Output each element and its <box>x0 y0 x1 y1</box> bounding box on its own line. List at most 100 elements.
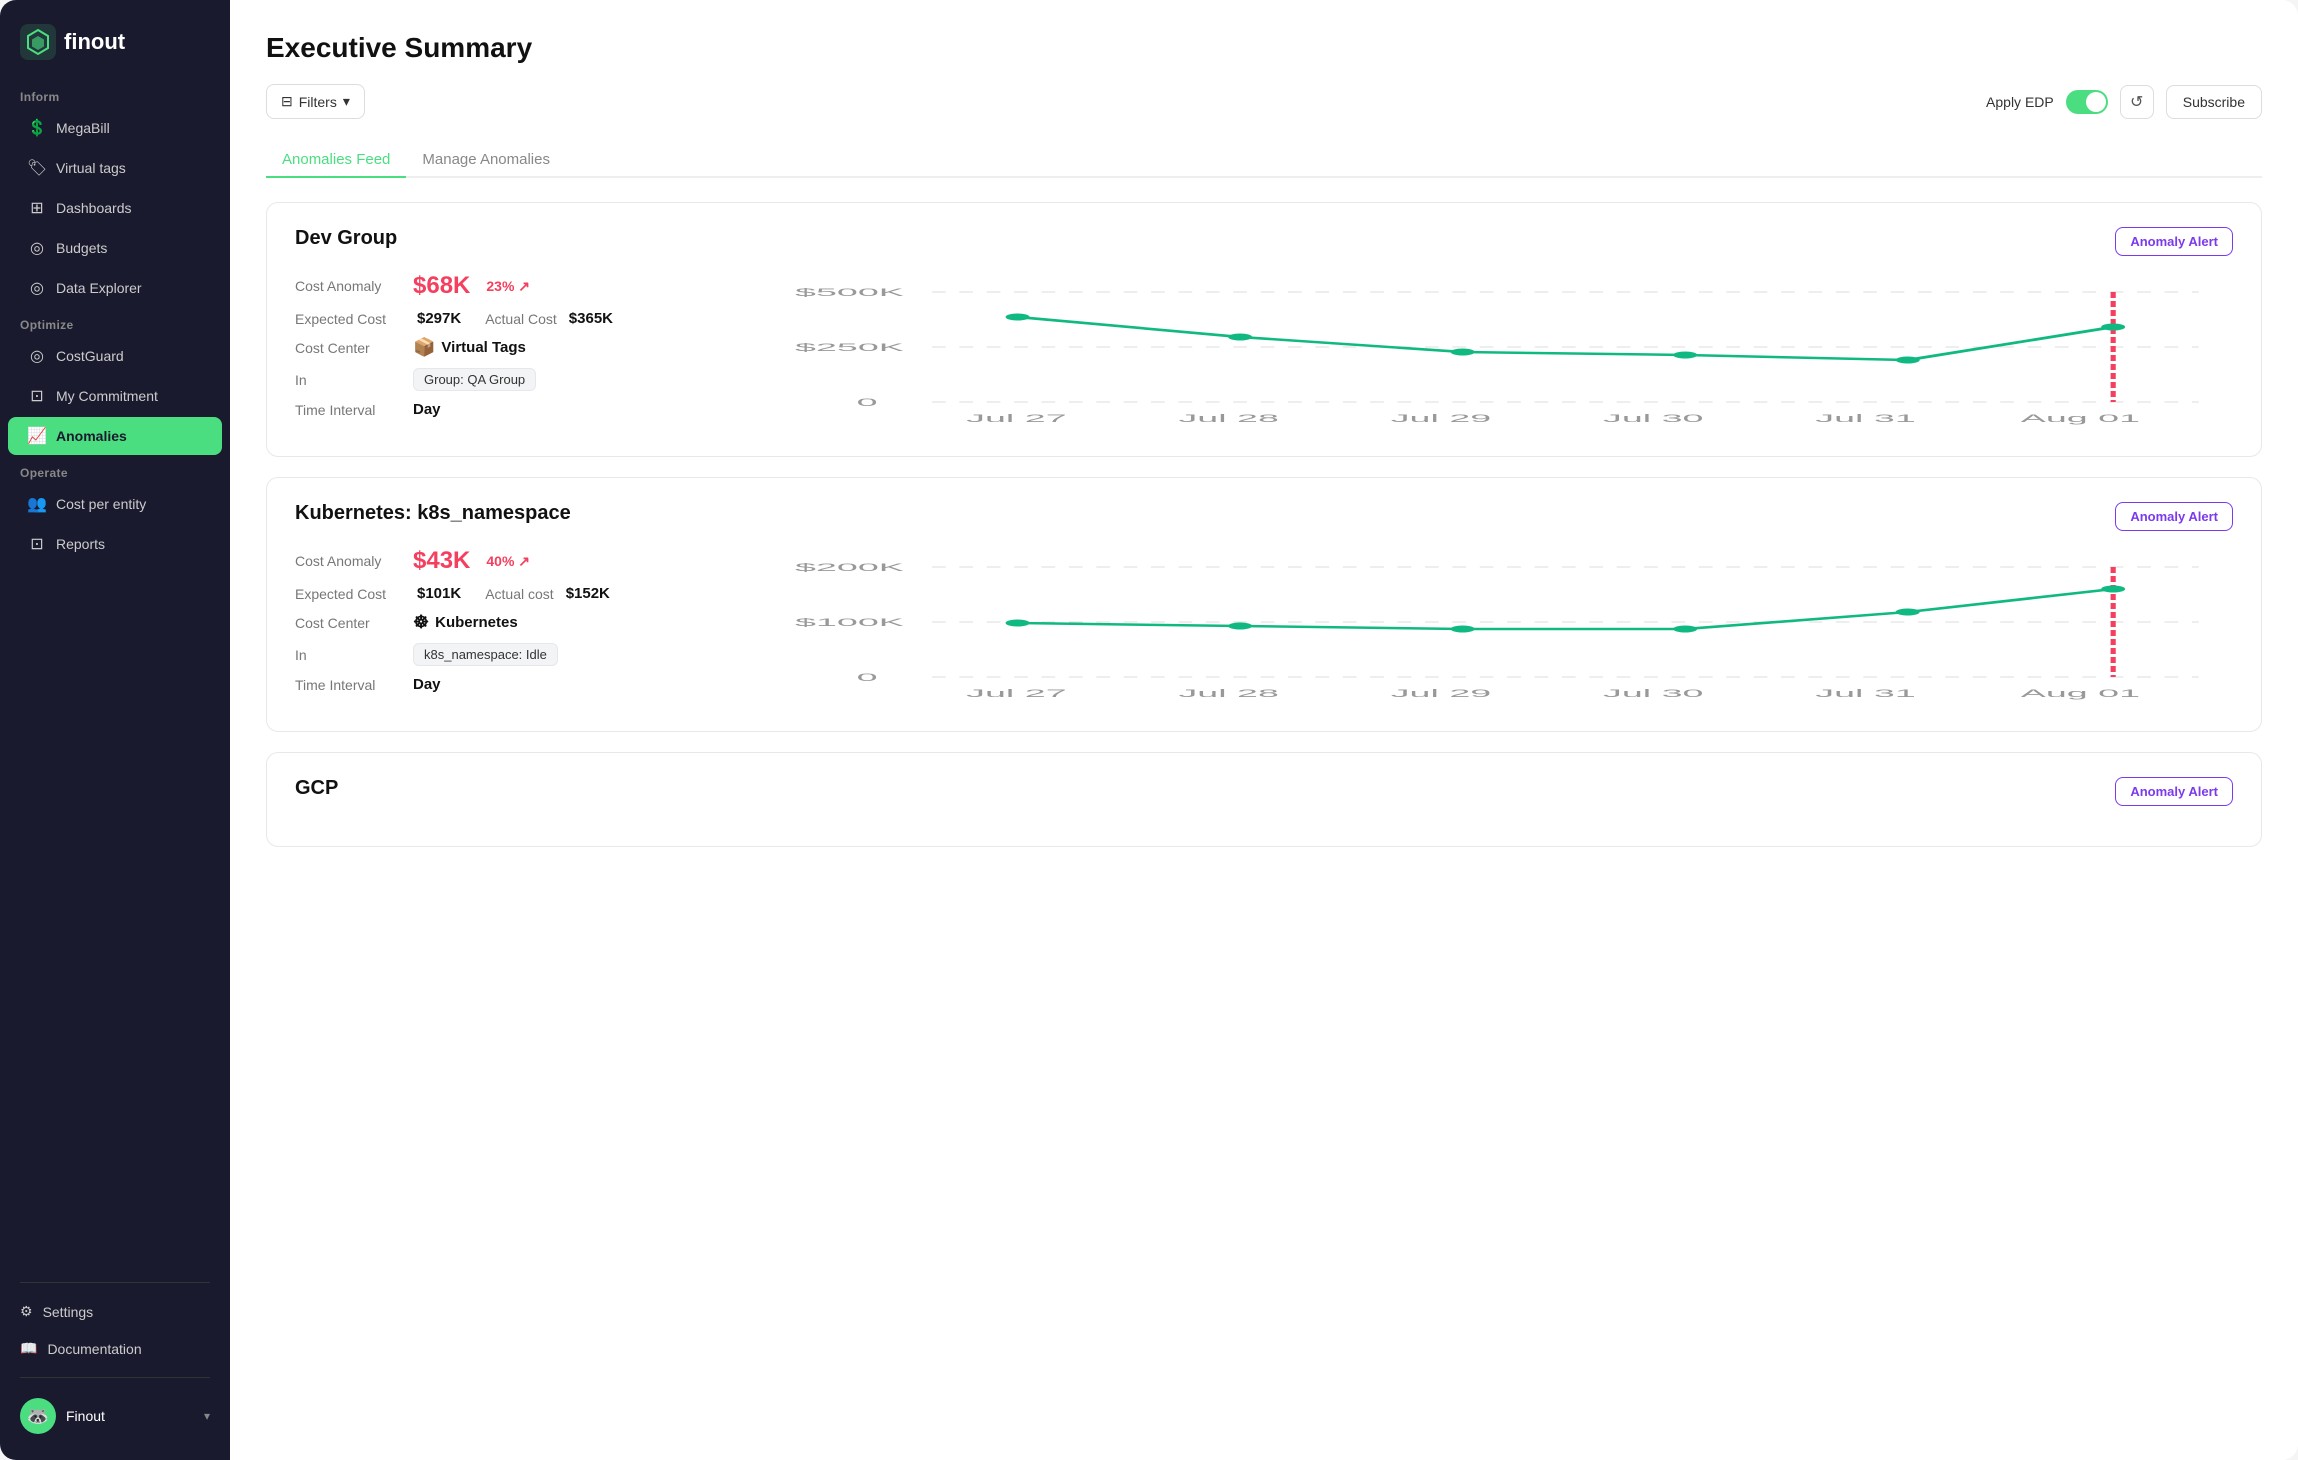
guard-icon: ◎ <box>28 347 46 365</box>
y-label-250k: $250K <box>795 341 905 353</box>
anomaly-alert-button-k8s[interactable]: Anomaly Alert <box>2115 502 2233 531</box>
sidebar-item-label: CostGuard <box>56 348 124 364</box>
card-details: Cost Anomaly $68K 23% ↗ Expected Cost $2… <box>295 272 795 432</box>
entity-icon: 👥 <box>28 495 46 513</box>
toolbar-right: Apply EDP ↺ Subscribe <box>1986 85 2262 119</box>
sidebar-item-label: MegaBill <box>56 120 110 136</box>
logo-icon <box>20 24 56 60</box>
user-name: Finout <box>66 1408 105 1424</box>
sidebar-item-label: Data Explorer <box>56 280 142 296</box>
sidebar-item-label: Anomalies <box>56 428 127 444</box>
sidebar-item-budgets[interactable]: ◎ Budgets <box>8 229 222 267</box>
sidebar-item-settings[interactable]: ⚙ Settings <box>0 1293 230 1330</box>
cost-center-label-k8s: Cost Center <box>295 615 405 631</box>
kubernetes-icon: ☸ <box>413 612 429 633</box>
anomaly-alert-button-gcp[interactable]: Anomaly Alert <box>2115 777 2233 806</box>
in-value: Group: QA Group <box>413 368 536 391</box>
sidebar-item-my-commitment[interactable]: ⊡ My Commitment <box>8 377 222 415</box>
y-label-500k: $500K <box>795 286 905 298</box>
x-label: Jul 27 <box>966 412 1066 424</box>
filters-label: Filters <box>299 94 337 110</box>
card-title: Dev Group <box>295 227 397 250</box>
sidebar-item-dashboards[interactable]: ⊞ Dashboards <box>8 189 222 227</box>
chart-dot-k8s <box>1673 626 1697 633</box>
in-row: In Group: QA Group <box>295 368 795 391</box>
actual-cost-value-k8s: $152K <box>566 585 610 602</box>
sidebar-divider-2 <box>20 1377 210 1378</box>
filters-button[interactable]: ⊟ Filters ▾ <box>266 84 365 119</box>
anomalies-icon: 📈 <box>28 427 46 445</box>
sidebar-item-reports[interactable]: ⊡ Reports <box>8 525 222 563</box>
time-interval-row: Time Interval Day <box>295 401 795 418</box>
chart-dot <box>1006 314 1030 321</box>
expected-cost-label-k8s: Expected Cost <box>295 586 405 602</box>
cost-center-name: Virtual Tags <box>441 339 525 356</box>
x-label-k8s: Jul 30 <box>1603 687 1703 699</box>
x-label: Jul 29 <box>1391 412 1491 424</box>
budget-icon: ◎ <box>28 239 46 257</box>
time-interval-value-k8s: Day <box>413 676 441 693</box>
time-interval-row-k8s: Time Interval Day <box>295 676 795 693</box>
cost-anomaly-label: Cost Anomaly <box>295 278 405 294</box>
virtual-tags-icon: 📦 <box>413 337 435 358</box>
sidebar-item-megabill[interactable]: 💲 MegaBill <box>8 109 222 147</box>
section-inform-label: Inform <box>0 80 230 108</box>
sidebar-item-label: Cost per entity <box>56 496 146 512</box>
actual-cost-value: $365K <box>569 310 613 327</box>
expected-actual-row: Expected Cost $297K Actual Cost $365K <box>295 310 795 327</box>
sidebar-item-cost-per-entity[interactable]: 👥 Cost per entity <box>8 485 222 523</box>
tab-anomalies-feed[interactable]: Anomalies Feed <box>266 143 406 178</box>
sidebar-item-label: My Commitment <box>56 388 158 404</box>
sidebar-item-virtual-tags[interactable]: 🏷 Virtual tags <box>8 149 222 187</box>
card-dev-group: Dev Group Anomaly Alert Cost Anomaly $68… <box>266 202 2262 457</box>
reset-icon: ↺ <box>2130 92 2143 112</box>
toolbar: ⊟ Filters ▾ Apply EDP ↺ Subscribe <box>266 84 2262 119</box>
x-label-k8s: Jul 29 <box>1391 687 1491 699</box>
card-header: Dev Group Anomaly Alert <box>295 227 2233 256</box>
sidebar-item-documentation[interactable]: 📖 Documentation <box>0 1330 230 1367</box>
expected-actual-row-k8s: Expected Cost $101K Actual cost $152K <box>295 585 795 602</box>
card-header-gcp: GCP Anomaly Alert <box>295 777 2233 806</box>
anomaly-alert-button-dev[interactable]: Anomaly Alert <box>2115 227 2233 256</box>
sidebar-item-costguard[interactable]: ◎ CostGuard <box>8 337 222 375</box>
x-label-k8s: Jul 31 <box>1815 687 1915 699</box>
expected-cost-label: Expected Cost <box>295 311 405 327</box>
sidebar-item-data-explorer[interactable]: ◎ Data Explorer <box>8 269 222 307</box>
in-label: In <box>295 372 405 388</box>
time-interval-label: Time Interval <box>295 402 405 418</box>
in-label-k8s: In <box>295 647 405 663</box>
subscribe-button[interactable]: Subscribe <box>2166 85 2262 119</box>
reset-button[interactable]: ↺ <box>2120 85 2154 119</box>
cost-anomaly-value: $68K <box>413 272 470 300</box>
sidebar-divider <box>20 1282 210 1283</box>
y-label-100k-k8s: $100K <box>795 616 905 628</box>
chart-dot <box>1451 349 1475 356</box>
sidebar-item-label: Budgets <box>56 240 107 256</box>
apply-edp-toggle[interactable] <box>2066 90 2108 114</box>
expected-cost-value-k8s: $101K <box>417 585 461 602</box>
section-operate-label: Operate <box>0 456 230 484</box>
logo: finout <box>0 0 230 80</box>
x-label: Aug 01 <box>2021 412 2140 424</box>
chart-dot <box>1228 334 1252 341</box>
tab-manage-anomalies[interactable]: Manage Anomalies <box>406 143 566 178</box>
x-label-k8s: Jul 27 <box>966 687 1066 699</box>
settings-icon: ⚙ <box>20 1303 33 1320</box>
sidebar-item-anomalies[interactable]: 📈 Anomalies <box>8 417 222 455</box>
chart-dot-k8s <box>2101 586 2125 593</box>
card-gcp: GCP Anomaly Alert <box>266 752 2262 847</box>
tabs: Anomalies Feed Manage Anomalies <box>266 143 2262 178</box>
cost-anomaly-value-k8s: $43K <box>413 547 470 575</box>
chart-dot <box>1896 357 1920 364</box>
in-row-k8s: In k8s_namespace: Idle <box>295 643 795 666</box>
expected-cost-value: $297K <box>417 310 461 327</box>
x-label-k8s: Aug 01 <box>2021 687 2140 699</box>
card-kubernetes: Kubernetes: k8s_namespace Anomaly Alert … <box>266 477 2262 732</box>
cost-center-value-k8s: ☸ Kubernetes <box>413 612 518 633</box>
chart-wrap-k8s: $200K $100K 0 Jul 27 Jul 28 <box>795 547 2233 707</box>
user-menu[interactable]: 🦝 Finout ▾ <box>0 1388 230 1444</box>
documentation-label: Documentation <box>47 1341 141 1357</box>
y-label-0: 0 <box>857 396 878 408</box>
chevron-down-icon: ▾ <box>204 1409 210 1423</box>
tag-icon: 🏷 <box>28 159 46 177</box>
